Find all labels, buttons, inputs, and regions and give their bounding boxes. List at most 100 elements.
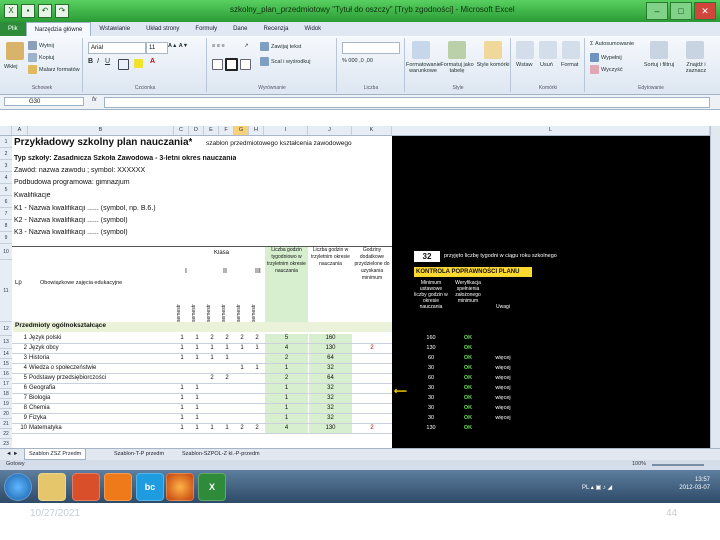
hours-week[interactable]: 1 <box>265 364 308 373</box>
control-minimum[interactable]: 30 <box>414 414 448 423</box>
row-header[interactable]: 9 <box>0 232 12 244</box>
excel-logo-icon[interactable]: X <box>4 4 18 18</box>
delete-cells-icon[interactable] <box>539 41 557 59</box>
semester-hours[interactable]: 1 <box>191 344 203 353</box>
row-header[interactable]: 19 <box>0 399 12 409</box>
column-header-i[interactable]: I <box>264 126 308 135</box>
semester-hours[interactable]: 1 <box>191 394 203 403</box>
subject-name[interactable]: Historia <box>29 354 173 363</box>
excel-taskbar-icon[interactable]: X <box>198 473 226 501</box>
control-panel-title[interactable]: KONTROLA POPRAWNOŚCI PLANU <box>414 267 532 277</box>
firefox-icon[interactable] <box>166 473 194 501</box>
hours-week[interactable]: 4 <box>265 344 308 353</box>
semester-hours[interactable]: 1 <box>236 344 248 353</box>
row-header[interactable]: 18 <box>0 389 12 399</box>
qualification-k3[interactable]: K3 - Nazwa kwalifikacji ...... (symbol) <box>14 229 128 236</box>
control-check[interactable]: OK <box>449 344 487 353</box>
sheet-tab-1[interactable]: Szablon ZSZ Przedm <box>24 449 87 460</box>
qualification-k1[interactable]: K1 - Nazwa kwalifikacji ...... (symbol, … <box>14 205 156 212</box>
semester-hours[interactable]: 1 <box>251 364 263 373</box>
conditional-format-icon[interactable] <box>412 41 430 59</box>
subject-name[interactable]: Fizyka <box>29 414 173 423</box>
column-header-f[interactable]: F <box>219 126 234 135</box>
control-header-notes[interactable]: Uwagi <box>488 304 518 310</box>
subject-lp[interactable]: 6 <box>13 384 27 393</box>
semester-header[interactable]: semestr <box>221 282 233 322</box>
sort-filter-button[interactable]: Sortuj i filtruj <box>642 62 676 68</box>
header-class-1[interactable]: I <box>185 268 187 275</box>
extra-hours[interactable]: 2 <box>353 424 391 433</box>
redo-icon[interactable]: ↷ <box>55 4 69 18</box>
control-minimum[interactable]: 30 <box>414 364 448 373</box>
semester-hours[interactable] <box>251 374 263 383</box>
column-header-l[interactable]: L <box>392 126 710 135</box>
semester-hours[interactable] <box>206 384 218 393</box>
format-table-icon[interactable] <box>448 41 466 59</box>
semester-header[interactable]: semestr <box>251 282 263 322</box>
hours-total[interactable]: 64 <box>309 354 352 363</box>
semester-header[interactable]: semestr <box>176 282 188 322</box>
extra-hours[interactable] <box>353 404 391 413</box>
subject-name[interactable]: Geografia <box>29 384 173 393</box>
control-note[interactable]: więcej <box>488 414 518 423</box>
control-check[interactable]: OK <box>449 394 487 403</box>
zoom-level[interactable]: 100% <box>632 461 646 467</box>
semester-hours[interactable] <box>236 394 248 403</box>
powerpoint-icon[interactable] <box>72 473 100 501</box>
semester-hours[interactable]: 2 <box>206 374 218 383</box>
subject-lp[interactable]: 4 <box>13 364 27 373</box>
control-minimum[interactable]: 130 <box>414 344 448 353</box>
column-header-j[interactable]: J <box>308 126 352 135</box>
semester-hours[interactable] <box>236 374 248 383</box>
format-cells-icon[interactable] <box>562 41 580 59</box>
control-check[interactable]: OK <box>449 364 487 373</box>
format-painter-button[interactable]: Malarz formatów <box>28 65 80 74</box>
control-header-minimum[interactable]: Minimum ustawowe liczby godzin w okresie… <box>414 280 448 330</box>
semester-hours[interactable] <box>221 364 233 373</box>
column-header-e[interactable]: E <box>204 126 219 135</box>
borders-icon[interactable] <box>118 59 131 70</box>
semester-hours[interactable]: 1 <box>191 354 203 363</box>
semester-hours[interactable] <box>206 404 218 413</box>
row-header[interactable]: 6 <box>0 196 12 208</box>
row-header[interactable]: 15 <box>0 359 12 369</box>
hours-week[interactable]: 2 <box>265 374 308 383</box>
control-minimum[interactable]: 60 <box>414 374 448 383</box>
semester-hours[interactable]: 1 <box>206 344 218 353</box>
subject-name[interactable]: Matematyka <box>29 424 173 433</box>
row-header[interactable]: 17 <box>0 379 12 389</box>
subject-name[interactable]: Podstawy przedsiębiorczości <box>29 374 173 383</box>
semester-hours[interactable]: 1 <box>191 424 203 433</box>
semester-hours[interactable]: 1 <box>176 404 188 413</box>
fill-color-icon[interactable] <box>134 59 145 68</box>
hours-total[interactable]: 32 <box>309 384 352 393</box>
control-minimum[interactable]: 30 <box>414 404 448 413</box>
extra-hours[interactable] <box>353 374 391 383</box>
control-note[interactable] <box>488 424 518 433</box>
semester-hours[interactable]: 1 <box>206 354 218 363</box>
save-icon[interactable]: ▪ <box>21 4 35 18</box>
row-header[interactable]: 12 <box>0 322 12 336</box>
semester-hours[interactable]: 1 <box>176 394 188 403</box>
row-header[interactable]: 16 <box>0 369 12 379</box>
name-box[interactable]: G30 <box>4 97 84 106</box>
align-left-icon[interactable] <box>212 58 253 71</box>
autosum-button[interactable]: Σ Autosumowanie <box>590 41 634 47</box>
row-header[interactable]: 8 <box>0 220 12 232</box>
worksheet[interactable]: A B C D E F G H I J K L 1 2 3 4 5 6 7 8 9 10 11 12 1… <box>0 110 720 449</box>
semester-hours[interactable] <box>176 364 188 373</box>
profession-line[interactable]: Zawód: nazwa zawodu ; symbol: XXXXXX <box>14 167 145 174</box>
sheet-tab-3[interactable]: Szablon-SZPOL-Z kl.-P-przedm <box>178 449 264 459</box>
control-check[interactable]: OK <box>449 374 487 383</box>
school-type-line[interactable]: Typ szkoły: Zasadnicza Szkoła Zawodowa -… <box>14 155 236 162</box>
semester-hours[interactable]: 2 <box>221 374 233 383</box>
cell-styles-button[interactable]: Style komórki <box>476 62 510 68</box>
column-header-k[interactable]: K <box>352 126 392 135</box>
insert-cells-icon[interactable] <box>516 41 534 59</box>
subject-name[interactable]: Język polski <box>29 334 173 343</box>
tab-file[interactable]: Plik <box>0 22 26 36</box>
semester-hours[interactable]: 1 <box>191 414 203 423</box>
fx-icon[interactable]: fx <box>92 97 97 103</box>
extra-hours[interactable] <box>353 334 391 343</box>
column-header-d[interactable]: D <box>189 126 204 135</box>
